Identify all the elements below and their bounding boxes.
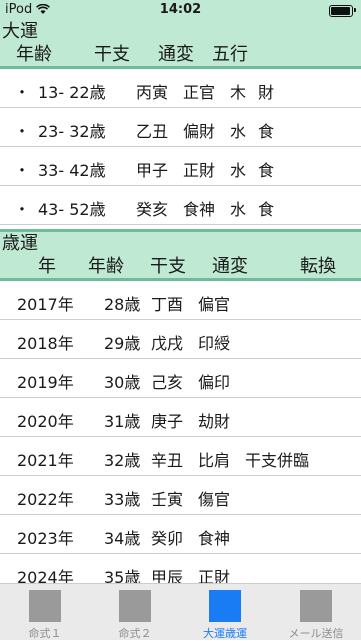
- saiun-row[interactable]: 2017年 28歳 丁酉 偏官: [0, 281, 361, 320]
- extra: 食: [258, 161, 275, 180]
- taiun-col-tsuhen: 通変: [158, 44, 194, 65]
- tab-bar: 命式１ 命式２ 大運歳運 メール送信: [0, 583, 361, 640]
- year: 2019年: [17, 373, 74, 392]
- tsuhen: 食神: [183, 200, 216, 219]
- kanshi: 己亥: [151, 373, 184, 392]
- tsuhen: 正官: [183, 83, 216, 102]
- tsuhen: 正財: [183, 161, 216, 180]
- gogyo: 木: [230, 83, 247, 102]
- saiun-col-year: 年: [38, 256, 56, 277]
- battery-tip: [354, 8, 356, 12]
- tab-meishiki-1[interactable]: 命式１: [0, 584, 90, 641]
- taiun-row[interactable]: ・ 13- 22歳 丙寅 正官 木 財: [0, 69, 361, 108]
- year: 2023年: [17, 529, 74, 548]
- age-range: 43- 52歳: [38, 200, 106, 219]
- year: 2021年: [17, 451, 74, 470]
- gogyo: 水: [230, 122, 247, 141]
- kanshi: 甲子: [136, 161, 169, 180]
- kanshi: 庚子: [151, 412, 184, 431]
- taiun-row[interactable]: ・ 43- 52歳 癸亥 食神 水 食: [0, 186, 361, 225]
- kanshi: 丙寅: [136, 83, 169, 102]
- tab-meishiki-2[interactable]: 命式２: [90, 584, 180, 641]
- extra: 食: [258, 122, 275, 141]
- tsuhen: 偏印: [198, 373, 231, 392]
- saiun-row[interactable]: 2019年 30歳 己亥 偏印: [0, 359, 361, 398]
- bullet: ・: [14, 200, 31, 219]
- saiun-row[interactable]: 2021年 32歳 辛丑 比肩 干支併臨: [0, 437, 361, 476]
- tab-label: 命式１: [28, 627, 62, 640]
- status-time: 14:02: [159, 2, 202, 17]
- kanshi: 丁酉: [151, 295, 184, 314]
- taiun-header: 大運 年齢 干支 通変 五行: [0, 20, 361, 66]
- age: 34歳: [104, 529, 141, 548]
- extra: 財: [258, 83, 275, 102]
- age: 30歳: [104, 373, 141, 392]
- tsuhen: 偏財: [183, 122, 216, 141]
- year: 2020年: [17, 412, 74, 431]
- placeholder-square-icon: [300, 590, 332, 622]
- tsuhen: 劫財: [198, 412, 231, 431]
- tsuhen: 傷官: [198, 490, 231, 509]
- tab-mail-send[interactable]: メール送信: [271, 584, 361, 641]
- saiun-row[interactable]: 2023年 34歳 癸卯 食神: [0, 515, 361, 554]
- placeholder-square-icon: [29, 590, 61, 622]
- placeholder-square-icon: [119, 590, 151, 622]
- saiun-row[interactable]: 2020年 31歳 庚子 劫財: [0, 398, 361, 437]
- gogyo: 水: [230, 200, 247, 219]
- year: 2022年: [17, 490, 74, 509]
- bullet: ・: [14, 122, 31, 141]
- saiun-row[interactable]: 2022年 33歳 壬寅 傷官: [0, 476, 361, 515]
- saiun-col-tsuhen: 通変: [212, 256, 248, 277]
- taiun-row[interactable]: ・ 23- 32歳 乙丑 偏財 水 食: [0, 108, 361, 147]
- year: 2017年: [17, 295, 74, 314]
- tenkan: 干支併臨: [245, 451, 310, 470]
- kanshi: 辛丑: [151, 451, 184, 470]
- kanshi: 癸亥: [136, 200, 169, 219]
- age-range: 33- 42歳: [38, 161, 106, 180]
- saiun-col-tenkan: 転換: [300, 256, 336, 277]
- saiun-col-kanshi: 干支: [150, 256, 186, 277]
- saiun-header: 歳運 年 年齢 干支 通変 転換: [0, 232, 361, 278]
- extra: 食: [258, 200, 275, 219]
- taiun-col-kanshi: 干支: [94, 44, 130, 65]
- year: 2018年: [17, 334, 74, 353]
- taiun-col-age: 年齢: [16, 44, 52, 65]
- kanshi: 戊戌: [151, 334, 184, 353]
- tab-label: 大運歳運: [203, 627, 247, 640]
- age: 29歳: [104, 334, 141, 353]
- tsuhen: 偏官: [198, 295, 231, 314]
- gogyo: 水: [230, 161, 247, 180]
- tsuhen: 比肩: [198, 451, 231, 470]
- age: 31歳: [104, 412, 141, 431]
- age: 28歳: [104, 295, 141, 314]
- saiun-title: 歳運: [2, 233, 38, 254]
- tab-label: 命式２: [118, 627, 152, 640]
- taiun-title: 大運: [2, 21, 38, 42]
- tsuhen: 印綬: [198, 334, 231, 353]
- battery-icon: [329, 5, 353, 17]
- tab-label: メール送信: [288, 627, 344, 640]
- taiun-row[interactable]: ・ 33- 42歳 甲子 正財 水 食: [0, 147, 361, 186]
- age: 33歳: [104, 490, 141, 509]
- tab-taiun-saiun[interactable]: 大運歳運: [180, 584, 270, 641]
- bullet: ・: [14, 83, 31, 102]
- placeholder-square-icon: [209, 590, 241, 622]
- saiun-col-age: 年齢: [88, 256, 124, 277]
- kanshi: 癸卯: [151, 529, 184, 548]
- kanshi: 乙丑: [136, 122, 169, 141]
- kanshi: 壬寅: [151, 490, 184, 509]
- age: 32歳: [104, 451, 141, 470]
- status-bar: iPod 14:02: [0, 0, 361, 20]
- saiun-row[interactable]: 2018年 29歳 戊戌 印綬: [0, 320, 361, 359]
- age-range: 23- 32歳: [38, 122, 106, 141]
- tsuhen: 食神: [198, 529, 231, 548]
- taiun-col-gogyo: 五行: [212, 44, 248, 65]
- age-range: 13- 22歳: [38, 83, 106, 102]
- bullet: ・: [14, 161, 31, 180]
